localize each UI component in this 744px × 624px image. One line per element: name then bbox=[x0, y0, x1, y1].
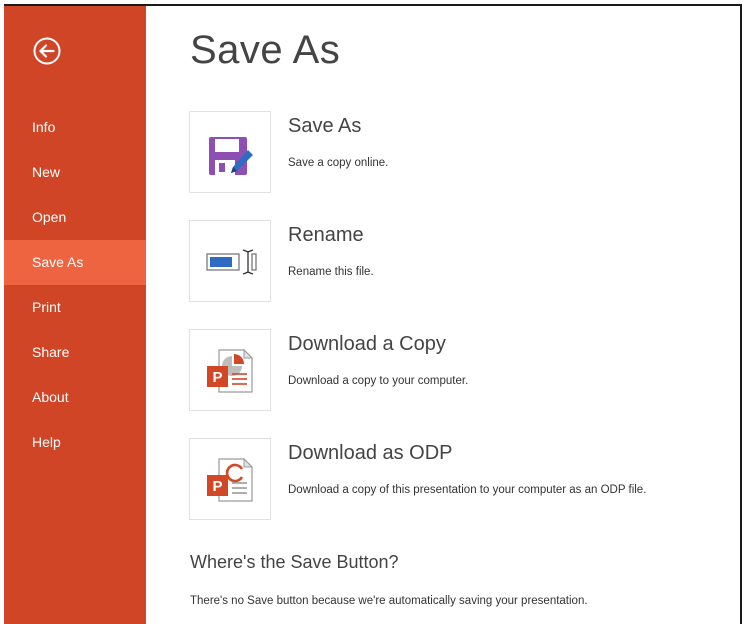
backstage-sidebar: Info New Open Save As Print Share About … bbox=[4, 6, 146, 624]
floppy-disk-pencil-icon bbox=[209, 137, 253, 175]
svg-text:P: P bbox=[212, 478, 222, 495]
save-as-option[interactable]: Save As Save a copy online. bbox=[189, 111, 709, 195]
nav-item-share[interactable]: Share bbox=[4, 330, 146, 375]
svg-text:P: P bbox=[212, 369, 222, 386]
nav-item-open[interactable]: Open bbox=[4, 195, 146, 240]
option-description: Download a copy of this presentation to … bbox=[288, 484, 647, 496]
rename-option[interactable]: Rename Rename this file. bbox=[189, 220, 709, 304]
circle-left-arrow-icon bbox=[33, 37, 61, 65]
download-odp-option[interactable]: P Download as ODP Download a copy of thi… bbox=[189, 438, 709, 522]
rename-textbox-icon bbox=[206, 249, 257, 275]
powerpoint-file-icon: P bbox=[207, 348, 254, 393]
nav-item-about[interactable]: About bbox=[4, 375, 146, 420]
option-title: Save As bbox=[288, 115, 362, 137]
option-title: Download a Copy bbox=[288, 333, 446, 355]
nav-item-new[interactable]: New bbox=[4, 150, 146, 195]
option-title: Rename bbox=[288, 224, 364, 246]
back-button[interactable] bbox=[32, 36, 62, 66]
main-panel: Save As Save As Save a copy online. Rena… bbox=[146, 6, 740, 624]
page-title: Save As bbox=[190, 28, 341, 72]
option-description: Download a copy to your computer. bbox=[288, 375, 469, 387]
option-tile[interactable] bbox=[189, 220, 271, 302]
nav-item-save-as[interactable]: Save As bbox=[4, 240, 146, 285]
option-title: Download as ODP bbox=[288, 442, 453, 464]
option-tile[interactable]: P bbox=[189, 329, 271, 411]
help-text: There's no Save button because we're aut… bbox=[190, 595, 588, 607]
powerpoint-odp-file-icon: P bbox=[207, 457, 254, 502]
nav-item-info[interactable]: Info bbox=[4, 105, 146, 150]
option-tile[interactable] bbox=[189, 111, 271, 193]
help-heading: Where's the Save Button? bbox=[190, 552, 399, 572]
nav-item-print[interactable]: Print bbox=[4, 285, 146, 330]
option-description: Save a copy online. bbox=[288, 157, 389, 169]
download-copy-option[interactable]: P Download a Copy Download a copy to you… bbox=[189, 329, 709, 413]
option-tile[interactable]: P bbox=[189, 438, 271, 520]
option-description: Rename this file. bbox=[288, 266, 374, 278]
nav-item-help[interactable]: Help bbox=[4, 420, 146, 465]
